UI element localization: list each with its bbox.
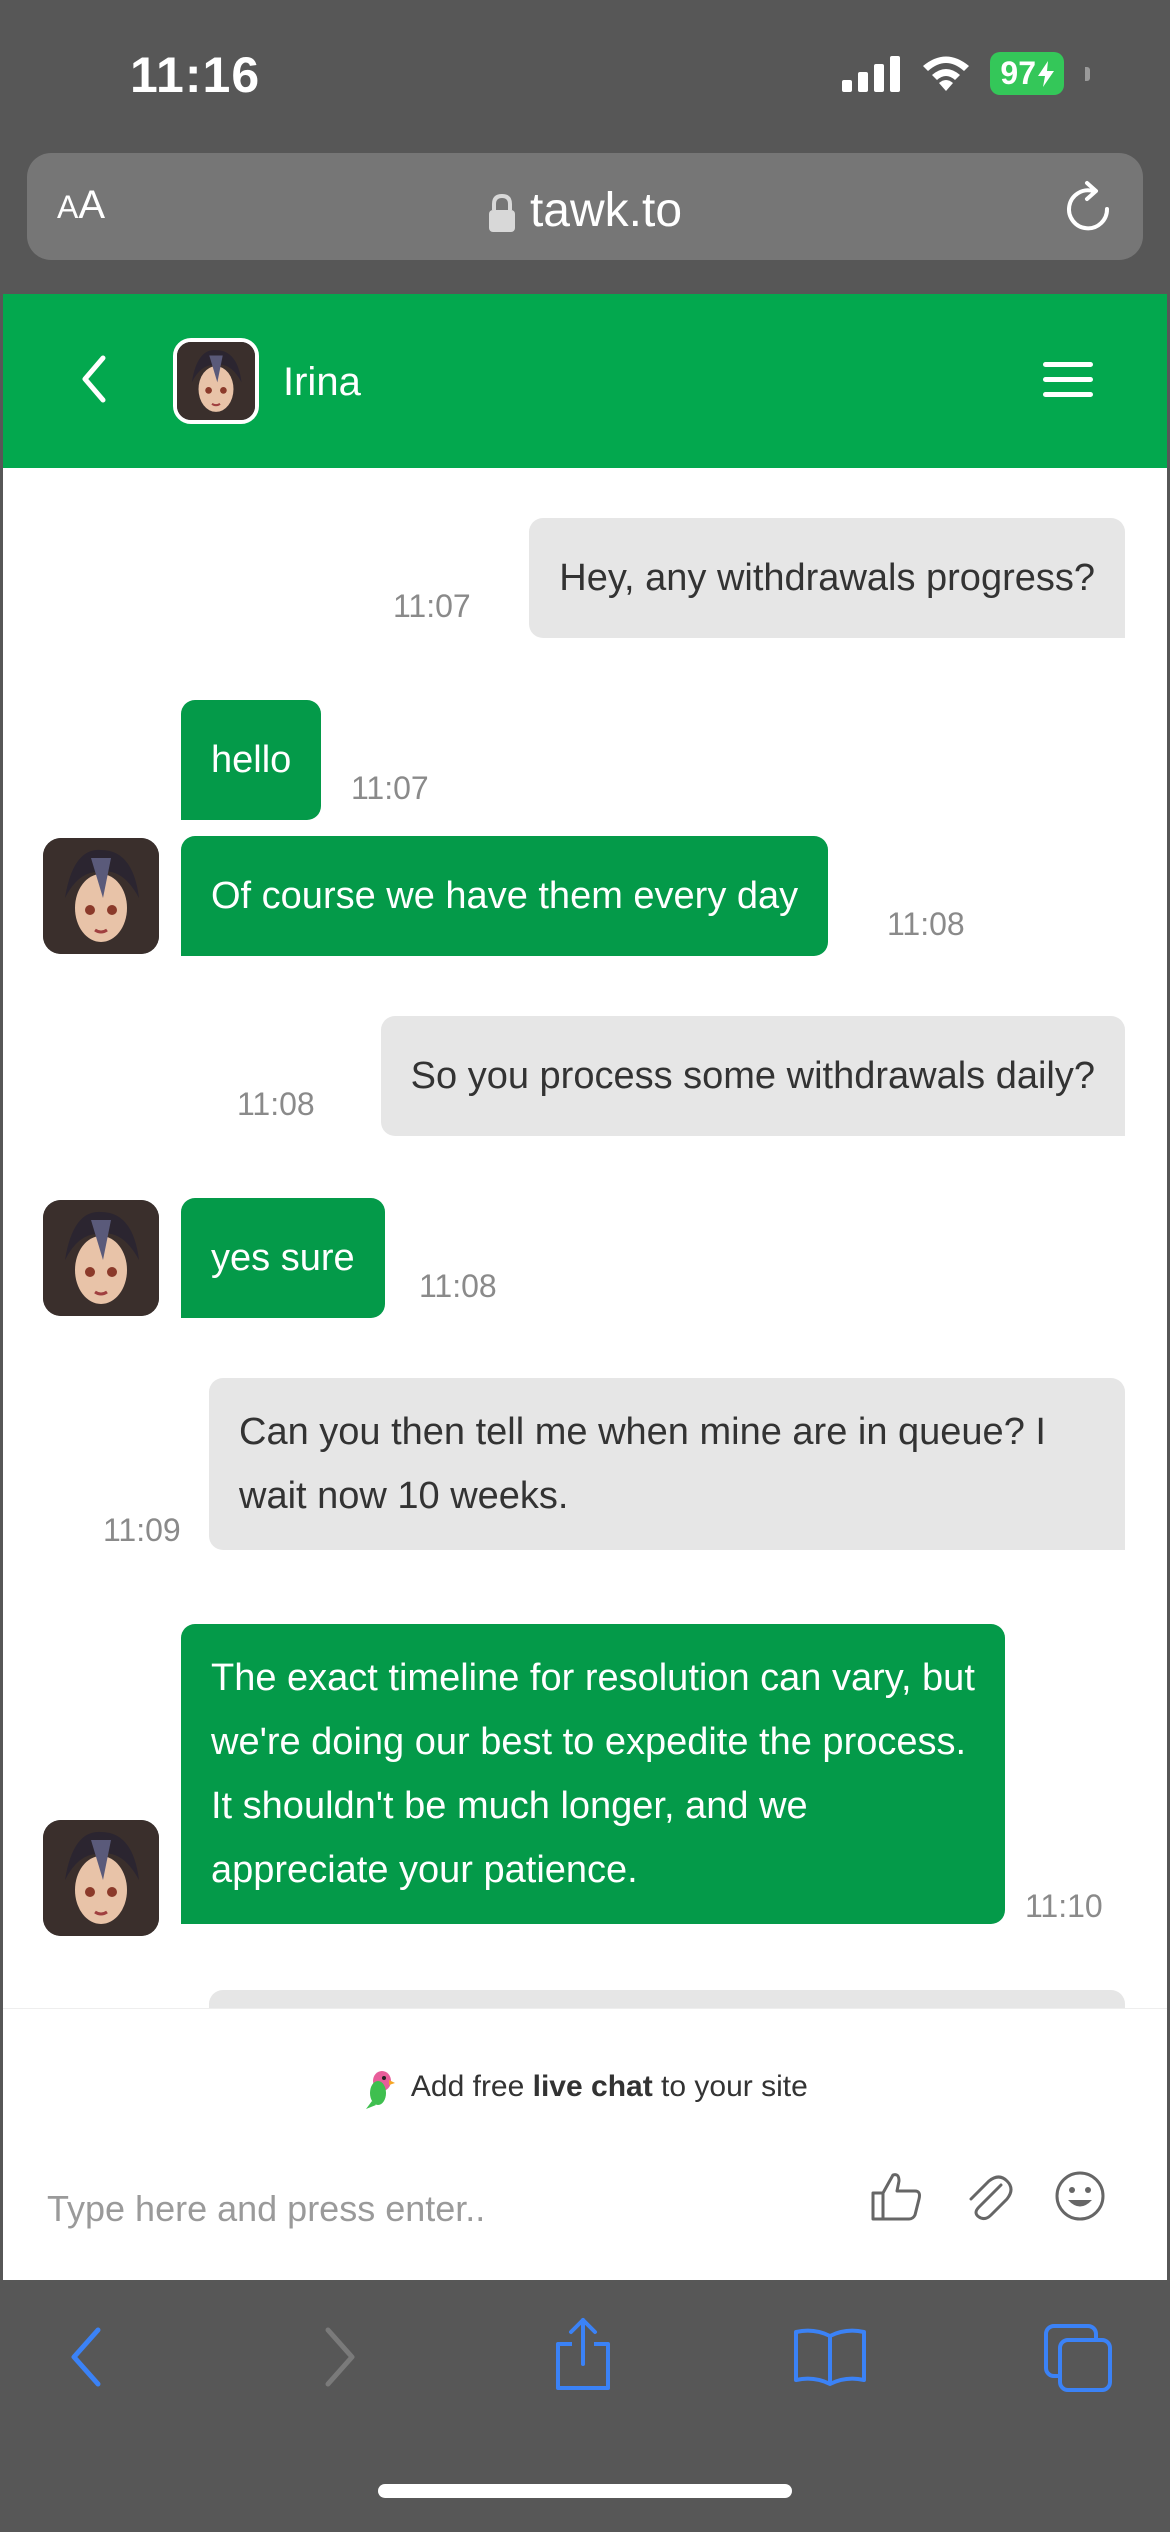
agent-message: The exact timeline for resolution can va… bbox=[181, 1624, 1005, 1924]
agent-avatar-image bbox=[43, 838, 159, 954]
agent-message: hello bbox=[181, 700, 322, 820]
status-bar: 11:16 97 bbox=[0, 0, 1170, 150]
visitor-message-partial bbox=[209, 1990, 1125, 2008]
message-list[interactable]: Hey, any withdrawals progress? 11:07 hel… bbox=[3, 468, 1167, 2008]
signal-icon bbox=[842, 55, 901, 92]
lock-icon bbox=[488, 194, 515, 233]
branding-link[interactable]: Add free live chat to your site bbox=[3, 2067, 1167, 2109]
browser-forward-icon[interactable] bbox=[320, 2324, 360, 2390]
thumbs-up-icon[interactable] bbox=[869, 2169, 923, 2223]
status-icons: 97 bbox=[842, 52, 1090, 95]
url-text: tawk.to bbox=[529, 184, 683, 237]
agent-name: Irina bbox=[283, 360, 361, 404]
battery-indicator: 97 bbox=[990, 52, 1064, 95]
footer-actions bbox=[869, 2169, 1107, 2223]
status-time: 11:16 bbox=[130, 47, 261, 103]
battery-cap bbox=[1085, 66, 1090, 81]
visitor-message: Can you then tell me when mine are in qu… bbox=[209, 1378, 1125, 1550]
message-time: 11:08 bbox=[419, 1268, 497, 1304]
visitor-message: Hey, any withdrawals progress? bbox=[529, 518, 1125, 638]
chat-header: Irina bbox=[3, 294, 1167, 468]
address-bar[interactable]: AA tawk.to bbox=[27, 153, 1143, 260]
message-time: 11:10 bbox=[1025, 1888, 1103, 1924]
agent-avatar-image bbox=[43, 1820, 159, 1936]
hamburger-menu-icon[interactable] bbox=[1043, 360, 1093, 400]
charging-bolt-icon bbox=[1038, 60, 1054, 87]
chat-widget: Irina Hey, any withdrawals progress? 11:… bbox=[3, 294, 1167, 2280]
battery-level: 97 bbox=[1000, 55, 1036, 91]
parrot-logo-icon bbox=[366, 2071, 396, 2109]
agent-avatar bbox=[173, 338, 259, 424]
reload-icon[interactable] bbox=[1063, 179, 1115, 235]
paperclip-icon[interactable] bbox=[963, 2169, 1013, 2223]
home-indicator bbox=[378, 2484, 792, 2498]
agent-avatar bbox=[43, 1200, 159, 1316]
agent-message: yes sure bbox=[181, 1198, 385, 1318]
chat-footer: Add free live chat to your site bbox=[3, 2008, 1167, 2280]
back-chevron-icon[interactable] bbox=[79, 352, 109, 406]
message-time: 11:09 bbox=[103, 1512, 181, 1548]
message-time: 11:07 bbox=[351, 770, 429, 806]
agent-avatar-image bbox=[177, 342, 255, 420]
browser-back-icon[interactable] bbox=[66, 2324, 106, 2390]
url-display[interactable]: tawk.to bbox=[27, 183, 1143, 238]
agent-avatar bbox=[43, 838, 159, 954]
emoji-icon[interactable] bbox=[1053, 2169, 1107, 2223]
agent-message: Of course we have them every day bbox=[181, 836, 829, 956]
message-time: 11:08 bbox=[887, 906, 965, 942]
message-time: 11:08 bbox=[237, 1086, 315, 1122]
wifi-icon bbox=[923, 56, 970, 91]
tabs-icon[interactable] bbox=[1044, 2324, 1114, 2392]
visitor-message: So you process some withdrawals daily? bbox=[380, 1016, 1125, 1136]
agent-avatar bbox=[43, 1820, 159, 1936]
bookmarks-icon[interactable] bbox=[792, 2326, 868, 2386]
message-time: 11:07 bbox=[393, 588, 471, 624]
share-icon[interactable] bbox=[552, 2316, 614, 2392]
message-input[interactable] bbox=[47, 2169, 827, 2249]
agent-avatar-image bbox=[43, 1200, 159, 1316]
